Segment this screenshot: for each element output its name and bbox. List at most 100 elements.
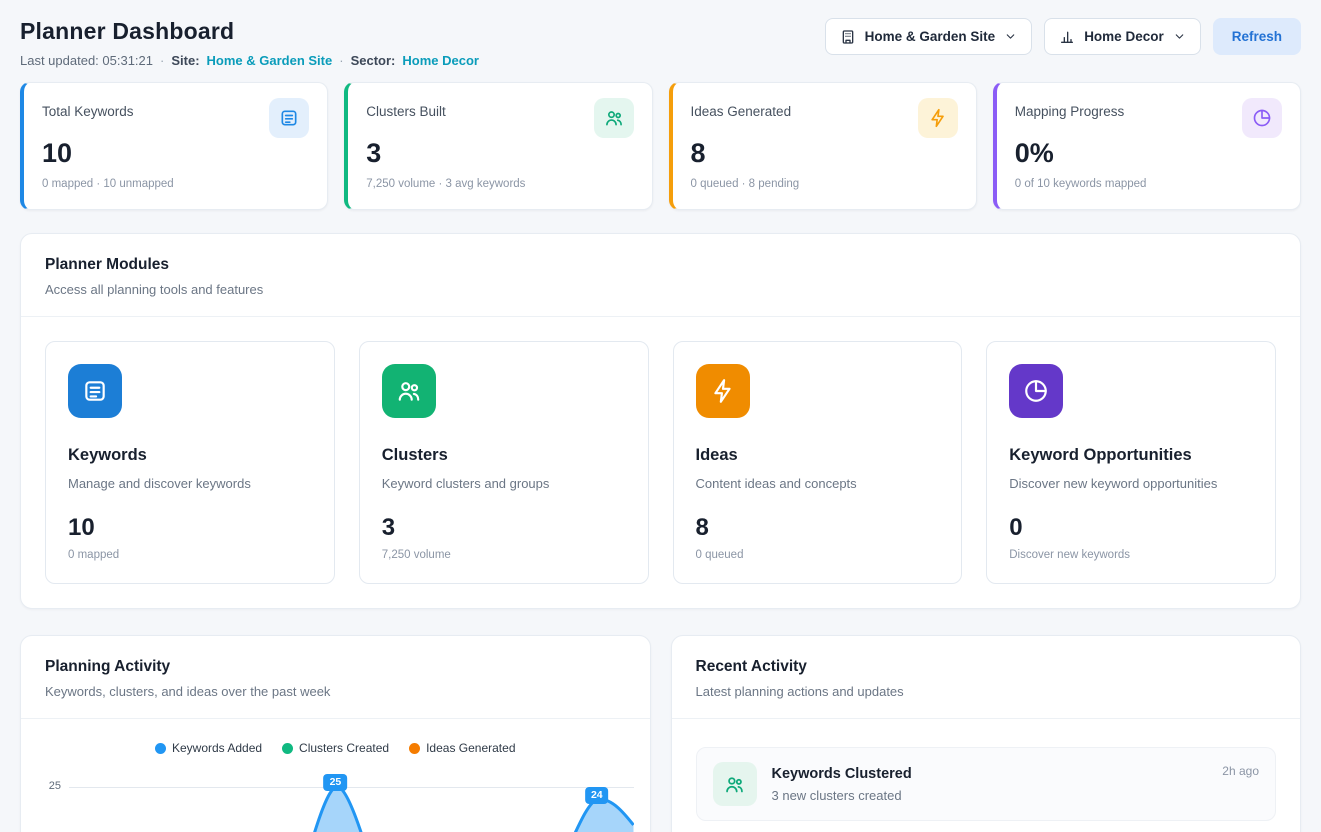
module-value: 0	[1009, 514, 1253, 542]
stat-caption: 0 queued · 8 pending	[691, 178, 958, 190]
site-label: Site:	[171, 53, 199, 68]
keywords-added-area-series	[69, 765, 634, 832]
header-meta: Last updated: 05:31:21 · Site: Home & Ga…	[20, 53, 479, 68]
meta-separator: ·	[339, 53, 343, 68]
bottom-row: Planning Activity Keywords, clusters, an…	[20, 635, 1301, 832]
planning-activity-subtitle: Keywords, clusters, and ideas over the p…	[45, 684, 626, 699]
activity-item-text: Keywords Clustered 3 new clusters create…	[772, 766, 1208, 803]
legend-dot-green	[282, 743, 293, 754]
module-description: Content ideas and concepts	[696, 476, 940, 491]
chart-legend: Keywords Added Clusters Created Ideas Ge…	[37, 741, 634, 755]
site-selector-value: Home & Garden Site	[865, 29, 996, 44]
stat-label: Mapping Progress	[1015, 104, 1125, 119]
activity-item-title: Keywords Clustered	[772, 766, 1208, 782]
activity-chart: Keywords Added Clusters Created Ideas Ge…	[21, 719, 650, 832]
stat-value: 8	[691, 138, 958, 169]
planner-modules-panel: Planner Modules Access all planning tool…	[20, 233, 1301, 609]
recent-activity-list: Keywords Clustered 3 new clusters create…	[672, 719, 1301, 832]
chevron-down-icon	[1004, 30, 1017, 43]
stat-value: 3	[366, 138, 633, 169]
header-controls: Home & Garden Site Home Decor Refresh	[825, 18, 1301, 55]
recent-activity-subtitle: Latest planning actions and updates	[696, 684, 1277, 699]
pie-chart-icon	[1242, 98, 1282, 138]
document-icon	[269, 98, 309, 138]
page-header: Planner Dashboard Last updated: 05:31:21…	[20, 18, 1301, 68]
site-selector-dropdown[interactable]: Home & Garden Site	[825, 18, 1033, 55]
module-title: Ideas	[696, 446, 940, 465]
modules-subtitle: Access all planning tools and features	[45, 282, 1276, 297]
legend-dot-blue	[155, 743, 166, 754]
stat-caption: 7,250 volume · 3 avg keywords	[366, 178, 633, 190]
activity-item-timestamp: 2h ago	[1222, 764, 1259, 778]
lightning-icon	[918, 98, 958, 138]
sector-label: Sector:	[351, 53, 396, 68]
modules-title: Planner Modules	[45, 256, 1276, 274]
module-caption: Discover new keywords	[1009, 549, 1253, 561]
stat-card-total-keywords: Total Keywords 10 0 mapped · 10 unmapped	[20, 82, 328, 210]
module-card-keywords[interactable]: Keywords Manage and discover keywords 10…	[45, 341, 335, 584]
stat-caption: 0 mapped · 10 unmapped	[42, 178, 309, 190]
legend-dot-orange	[409, 743, 420, 754]
module-title: Keywords	[68, 446, 312, 465]
module-caption: 7,250 volume	[382, 549, 626, 561]
module-title: Keyword Opportunities	[1009, 446, 1253, 465]
data-point-label: 25	[324, 774, 348, 791]
chevron-down-icon	[1173, 30, 1186, 43]
meta-separator: ·	[160, 53, 164, 68]
users-icon	[594, 98, 634, 138]
stat-card-clusters-built: Clusters Built 3 7,250 volume · 3 avg ke…	[344, 82, 652, 210]
legend-label: Keywords Added	[172, 741, 262, 755]
recent-activity-card: Recent Activity Latest planning actions …	[671, 635, 1302, 832]
site-link[interactable]: Home & Garden Site	[207, 53, 333, 68]
users-icon	[713, 762, 757, 806]
stat-value: 10	[42, 138, 309, 169]
stat-card-ideas-generated: Ideas Generated 8 0 queued · 8 pending	[669, 82, 977, 210]
activity-list-item[interactable]: Keywords Clustered 3 new clusters create…	[696, 747, 1277, 821]
module-description: Keyword clusters and groups	[382, 476, 626, 491]
legend-label: Ideas Generated	[426, 741, 515, 755]
recent-activity-title: Recent Activity	[696, 658, 1277, 676]
sector-link[interactable]: Home Decor	[402, 53, 479, 68]
page-title: Planner Dashboard	[20, 18, 479, 45]
bar-chart-icon	[1059, 29, 1075, 45]
sector-selector-dropdown[interactable]: Home Decor	[1044, 18, 1201, 55]
module-value: 3	[382, 514, 626, 542]
stat-value: 0%	[1015, 138, 1282, 169]
last-updated-text: Last updated: 05:31:21	[20, 53, 153, 68]
planning-activity-title: Planning Activity	[45, 658, 626, 676]
document-icon	[68, 364, 122, 418]
data-point-label: 24	[585, 787, 609, 804]
activity-item-subtitle: 3 new clusters created	[772, 788, 1208, 803]
legend-item-keywords-added[interactable]: Keywords Added	[155, 741, 262, 755]
module-value: 8	[696, 514, 940, 542]
modules-panel-header: Planner Modules Access all planning tool…	[21, 234, 1300, 317]
module-description: Discover new keyword opportunities	[1009, 476, 1253, 491]
recent-activity-header: Recent Activity Latest planning actions …	[672, 636, 1301, 719]
planning-activity-header: Planning Activity Keywords, clusters, an…	[21, 636, 650, 719]
stat-label: Total Keywords	[42, 104, 134, 119]
pie-chart-icon	[1009, 364, 1063, 418]
lightning-icon	[696, 364, 750, 418]
planning-activity-card: Planning Activity Keywords, clusters, an…	[20, 635, 651, 832]
module-value: 10	[68, 514, 312, 542]
stat-card-mapping-progress: Mapping Progress 0% 0 of 10 keywords map…	[993, 82, 1301, 210]
module-caption: 0 queued	[696, 549, 940, 561]
stat-label: Ideas Generated	[691, 104, 792, 119]
chart-plot-area: 25 25 24	[37, 765, 634, 832]
module-title: Clusters	[382, 446, 626, 465]
module-description: Manage and discover keywords	[68, 476, 312, 491]
module-caption: 0 mapped	[68, 549, 312, 561]
legend-label: Clusters Created	[299, 741, 389, 755]
header-left: Planner Dashboard Last updated: 05:31:21…	[20, 18, 479, 68]
building-icon	[840, 29, 856, 45]
module-card-ideas[interactable]: Ideas Content ideas and concepts 8 0 que…	[673, 341, 963, 584]
legend-item-clusters-created[interactable]: Clusters Created	[282, 741, 389, 755]
module-card-keyword-opportunities[interactable]: Keyword Opportunities Discover new keywo…	[986, 341, 1276, 584]
sector-selector-value: Home Decor	[1084, 29, 1164, 44]
legend-item-ideas-generated[interactable]: Ideas Generated	[409, 741, 515, 755]
stat-caption: 0 of 10 keywords mapped	[1015, 178, 1282, 190]
modules-grid: Keywords Manage and discover keywords 10…	[21, 317, 1300, 608]
y-axis-tick: 25	[37, 765, 69, 832]
refresh-button[interactable]: Refresh	[1213, 18, 1301, 55]
module-card-clusters[interactable]: Clusters Keyword clusters and groups 3 7…	[359, 341, 649, 584]
